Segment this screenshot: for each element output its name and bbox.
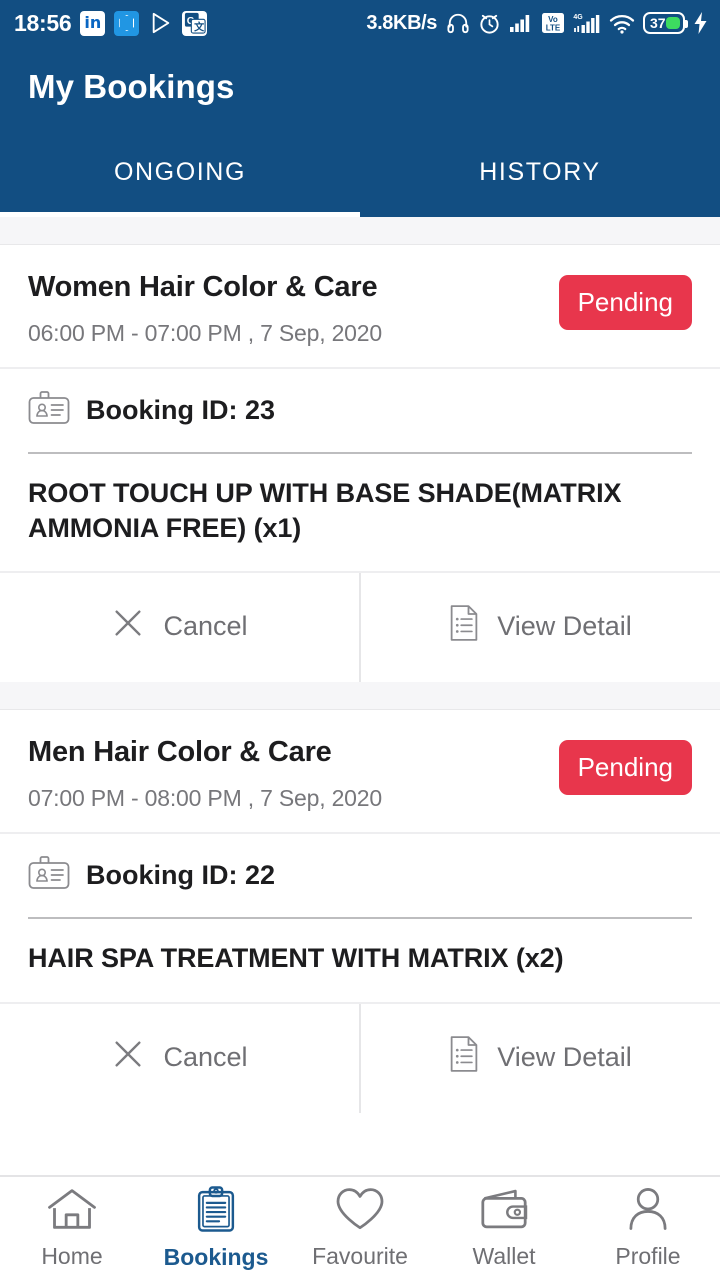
booking-card-header: Men Hair Color & Care 07:00 PM - 08:00 P… <box>0 710 720 832</box>
nav-label-profile: Profile <box>615 1243 681 1269</box>
heart-icon <box>335 1187 385 1236</box>
battery-icon: 37 <box>643 12 688 34</box>
wifi-icon <box>609 13 635 34</box>
status-bar-right: 3.8KB/s Vo LTE 4G 37 <box>366 12 708 35</box>
view-detail-button[interactable]: View Detail <box>359 573 720 683</box>
cancel-button[interactable]: Cancel <box>0 573 359 682</box>
booking-actions: Cancel View Detail <box>0 1001 720 1113</box>
svg-text:4G: 4G <box>573 14 583 21</box>
booking-id-row: Booking ID: 23 <box>0 369 720 452</box>
booking-card-header-texts: Men Hair Color & Care 07:00 PM - 08:00 P… <box>28 736 559 812</box>
headphones-icon <box>446 12 470 34</box>
linkedin-icon: in <box>80 10 106 36</box>
tab-indicator <box>0 212 360 217</box>
booking-card[interactable]: Men Hair Color & Care 07:00 PM - 08:00 P… <box>0 710 720 1113</box>
booking-id-row: Booking ID: 22 <box>0 834 720 917</box>
booking-time: 07:00 PM - 08:00 PM , 7 Sep, 2020 <box>28 785 382 812</box>
booking-card-header-texts: Women Hair Color & Care 06:00 PM - 07:00… <box>28 271 559 347</box>
tab-history[interactable]: HISTORY <box>360 158 720 217</box>
wallet-icon <box>479 1187 529 1236</box>
svg-text:文: 文 <box>194 20 205 33</box>
bottom-navigation: Home Bookings Favourite Wallet Profile <box>0 1175 720 1280</box>
nav-item-favourite[interactable]: Favourite <box>288 1187 432 1270</box>
network-speed-label: 3.8KB/s <box>366 11 437 34</box>
mi-icon <box>114 10 140 36</box>
signal-icon <box>509 13 533 33</box>
id-card-icon <box>28 391 70 430</box>
svg-text:LTE: LTE <box>546 24 561 33</box>
cancel-button[interactable]: Cancel <box>0 1004 359 1113</box>
close-icon <box>111 606 145 647</box>
view-detail-button[interactable]: View Detail <box>359 1003 720 1113</box>
booking-card-header: Women Hair Color & Care 06:00 PM - 07:00… <box>0 245 720 367</box>
booking-title: Men Hair Color & Care <box>28 736 332 769</box>
google-translate-icon: G 文 <box>182 10 208 36</box>
nav-label-bookings: Bookings <box>163 1244 269 1270</box>
nav-label-favourite: Favourite <box>312 1243 408 1269</box>
list-top-spacer <box>0 217 720 245</box>
cancel-label: Cancel <box>163 611 248 642</box>
page-title: My Bookings <box>28 68 235 105</box>
status-badge: Pending <box>558 740 692 796</box>
nav-item-wallet[interactable]: Wallet <box>432 1187 576 1270</box>
charging-bolt-icon <box>693 12 708 34</box>
status-bar: 18:56 in G 文 3.8KB/s Vo LTE 4G 37 <box>0 0 720 46</box>
nav-item-profile[interactable]: Profile <box>576 1187 720 1270</box>
status-bar-left: 18:56 in G 文 <box>14 9 208 37</box>
clipboard-icon <box>194 1186 238 1237</box>
booking-services: ROOT TOUCH UP WITH BASE SHADE(MATRIX AMM… <box>28 478 622 543</box>
nav-label-home: Home <box>41 1243 103 1269</box>
nav-item-bookings[interactable]: Bookings <box>144 1186 288 1271</box>
document-list-icon <box>449 1035 479 1079</box>
tab-ongoing[interactable]: ONGOING <box>0 158 360 217</box>
volte-icon: Vo LTE <box>541 12 565 34</box>
booking-services: HAIR SPA TREATMENT WITH MATRIX (x2) <box>28 943 564 974</box>
document-list-icon <box>449 605 479 648</box>
alarm-icon <box>478 12 501 35</box>
status-badge: Pending <box>558 275 692 330</box>
booking-time: 06:00 PM - 07:00 PM , 7 Sep, 2020 <box>28 320 382 346</box>
signal-4g-icon: 4G <box>573 12 601 34</box>
card-separator <box>0 682 720 711</box>
cancel-label: Cancel <box>163 1041 248 1072</box>
nav-label-wallet: Wallet <box>472 1243 536 1269</box>
booking-card[interactable]: Women Hair Color & Care 06:00 PM - 07:00… <box>0 245 720 683</box>
battery-fill <box>666 17 680 29</box>
bookings-list[interactable]: Women Hair Color & Care 06:00 PM - 07:00… <box>0 217 720 1113</box>
booking-id-label: Booking ID: 22 <box>86 860 276 891</box>
booking-id-label: Booking ID: 23 <box>86 395 276 425</box>
view-detail-label: View Detail <box>497 1041 632 1072</box>
person-icon <box>625 1187 671 1236</box>
view-detail-label: View Detail <box>497 611 632 642</box>
nav-item-home[interactable]: Home <box>0 1187 144 1270</box>
app-bar: My Bookings ONGOING HISTORY <box>0 46 720 217</box>
home-icon <box>47 1187 97 1236</box>
booking-title: Women Hair Color & Care <box>28 271 378 303</box>
close-icon <box>111 1037 145 1078</box>
status-time: 18:56 <box>14 9 72 36</box>
tab-bar: ONGOING HISTORY <box>0 158 720 217</box>
booking-actions: Cancel View Detail <box>0 571 720 683</box>
battery-level-label: 37 <box>650 15 666 31</box>
id-card-icon <box>28 856 70 895</box>
play-store-icon <box>148 11 173 36</box>
